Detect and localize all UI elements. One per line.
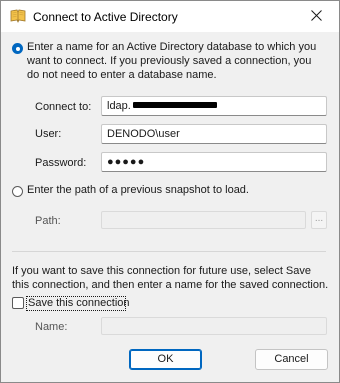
path-field[interactable] xyxy=(101,211,306,229)
title-bar: Connect to Active Directory xyxy=(1,1,339,32)
database-option-line-1: Enter a name for an Active Directory dat… xyxy=(27,41,317,53)
separator xyxy=(12,251,326,252)
ok-button[interactable]: OK xyxy=(129,349,202,370)
connect-to-label: Connect to: xyxy=(35,101,92,113)
database-option-radio[interactable] xyxy=(12,43,23,54)
save-info-line-1: If you want to save this connection for … xyxy=(12,265,311,277)
redaction-bar xyxy=(132,102,217,109)
password-label: Password: xyxy=(35,157,87,169)
browse-button[interactable]: ... xyxy=(311,211,327,229)
path-label: Path: xyxy=(35,215,61,227)
window-title: Connect to Active Directory xyxy=(33,10,178,24)
connect-to-field[interactable]: ldap. xyxy=(101,96,327,116)
save-info-text: If you want to save this connection for … xyxy=(12,264,328,292)
snapshot-option-text[interactable]: Enter the path of a previous snapshot to… xyxy=(27,183,249,197)
database-option-line-2: want to connect. If you previously saved… xyxy=(27,55,312,67)
save-connection-label[interactable]: Save this connection xyxy=(28,297,130,309)
password-field[interactable]: ●●●●● xyxy=(101,152,327,172)
database-option-text[interactable]: Enter a name for an Active Directory dat… xyxy=(27,40,316,82)
name-field[interactable] xyxy=(101,317,327,335)
user-label: User: xyxy=(35,128,62,140)
snapshot-option-radio[interactable] xyxy=(12,186,23,197)
close-button[interactable] xyxy=(293,1,339,32)
database-option-line-3: do not need to enter a database name. xyxy=(27,69,217,81)
book-icon xyxy=(10,9,26,23)
cancel-button[interactable]: Cancel xyxy=(255,349,328,370)
save-connection-checkbox[interactable] xyxy=(12,297,24,309)
user-field[interactable]: DENODO\user xyxy=(101,124,327,144)
name-label: Name: xyxy=(35,321,68,333)
connect-to-value: ldap. xyxy=(107,100,131,112)
close-icon xyxy=(310,9,322,24)
save-info-line-2: this connection, and then enter a name f… xyxy=(12,279,329,291)
